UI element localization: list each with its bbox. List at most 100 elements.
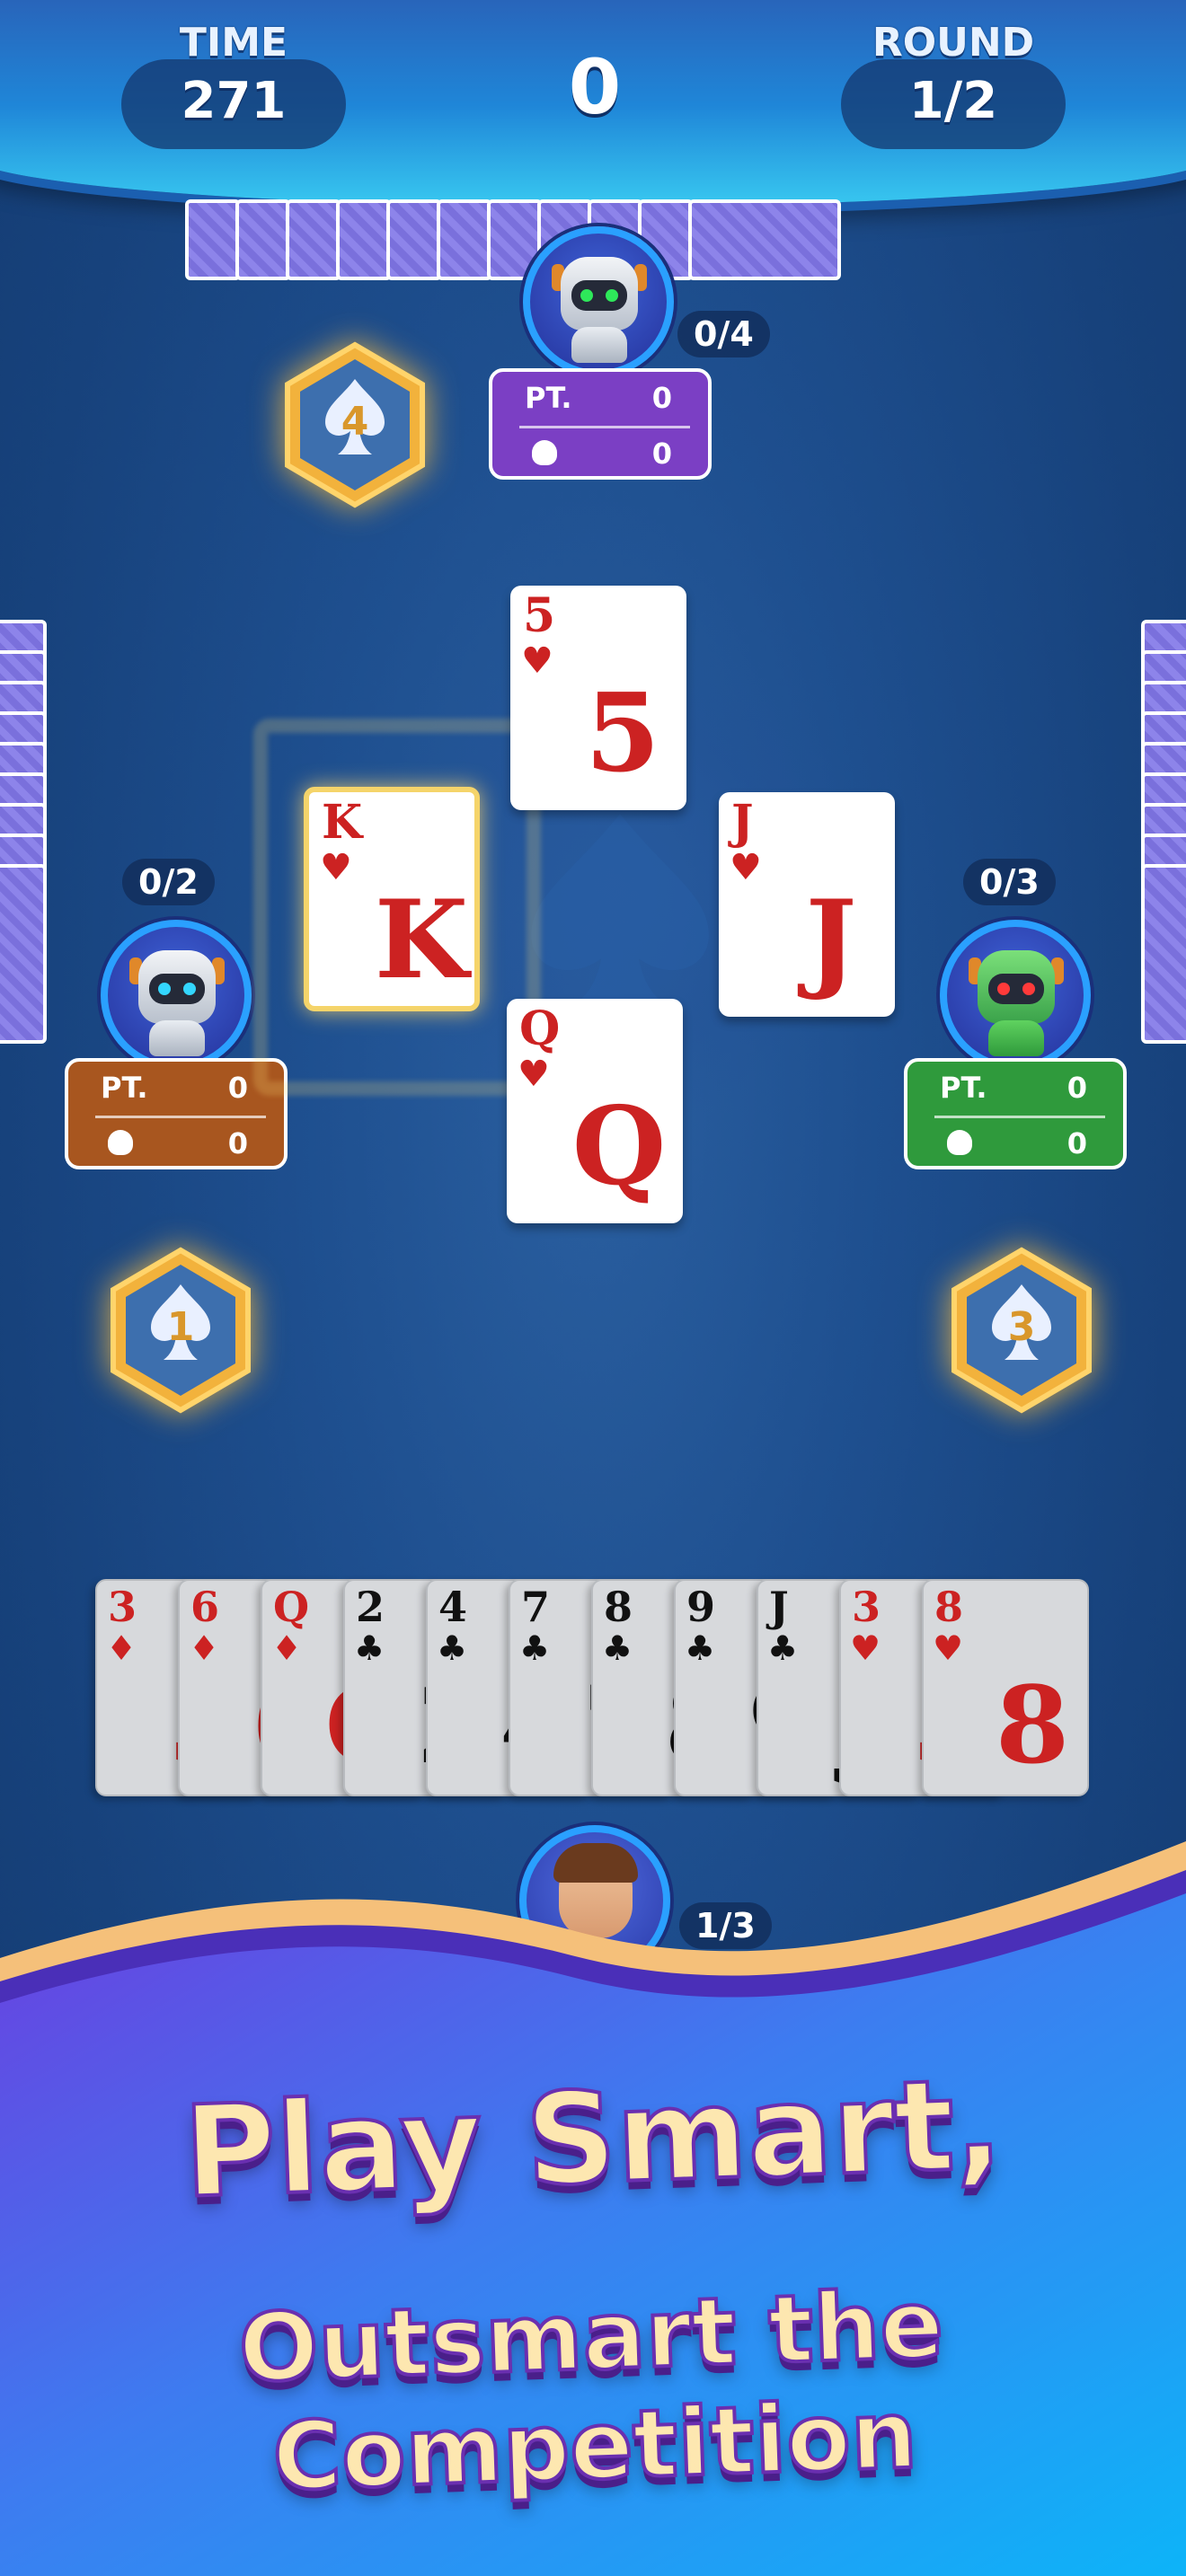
card-back xyxy=(688,199,841,280)
robot-head-icon xyxy=(978,950,1055,1024)
robot-body-icon xyxy=(571,327,627,363)
points-value: 0 xyxy=(1067,1071,1087,1105)
points-label: PT. xyxy=(940,1071,987,1105)
top-opponent-tricks: 0/4 xyxy=(677,311,770,357)
heart-icon: ♥ xyxy=(933,1628,964,1668)
card-rank: 6 xyxy=(190,1583,220,1631)
heart-icon: ♥ xyxy=(320,847,352,888)
heart-icon: ♥ xyxy=(518,1054,550,1095)
spade-hexagon-icon: 3 xyxy=(951,1247,1092,1414)
diamond-icon: ♦ xyxy=(106,1628,137,1668)
top-opponent-hand xyxy=(185,199,841,280)
card-rank: 3 xyxy=(852,1583,881,1631)
promo-headline-line2: Outsmart the Competition xyxy=(235,2267,947,2513)
robot-body-icon xyxy=(988,1020,1044,1056)
diamond-icon: ♦ xyxy=(271,1628,303,1668)
time-label: TIME xyxy=(179,20,288,66)
card-rank: 7 xyxy=(521,1583,551,1631)
card-back xyxy=(386,199,442,280)
club-icon: ♣ xyxy=(519,1628,551,1668)
card-center-rank: Q xyxy=(571,1083,667,1210)
card-rank: 8 xyxy=(934,1583,964,1631)
seat-badge-1: 1 xyxy=(104,1245,257,1416)
round-label: ROUND xyxy=(872,20,1035,66)
card-rank: K xyxy=(322,795,363,850)
card-back xyxy=(185,199,241,280)
robot-eye-icon xyxy=(158,983,171,995)
card-rank: 3 xyxy=(108,1583,137,1631)
club-icon: ♣ xyxy=(437,1628,468,1668)
robot-eye-icon xyxy=(997,983,1010,995)
card-rank: 8 xyxy=(604,1583,633,1631)
hand-card[interactable]: 8 ♥ 8 xyxy=(922,1579,1089,1796)
card-rank: 9 xyxy=(686,1583,716,1631)
played-card-right: J ♥ J xyxy=(719,792,895,1017)
top-opponent-score-panel: PT. 0 0 xyxy=(489,368,712,480)
right-opponent-tricks: 0/3 xyxy=(963,859,1056,905)
bags-value: 0 xyxy=(1067,1126,1087,1160)
seat-number: 4 xyxy=(341,399,369,445)
seat-badge-3: 3 xyxy=(945,1245,1098,1416)
played-card-top: 5 ♥ 5 xyxy=(510,586,686,810)
robot-eye-icon xyxy=(1022,983,1035,995)
top-opponent-avatar[interactable] xyxy=(523,226,674,377)
heart-icon: ♥ xyxy=(521,640,553,682)
team-score: 0 xyxy=(568,43,622,131)
seat-number: 3 xyxy=(1008,1304,1036,1350)
robot-eye-icon xyxy=(183,983,196,995)
card-rank: Q xyxy=(273,1583,310,1631)
card-back xyxy=(437,199,492,280)
bags-value: 0 xyxy=(227,1126,248,1160)
bag-icon xyxy=(532,440,557,465)
robot-head-icon xyxy=(138,950,216,1024)
spade-hexagon-icon: 4 xyxy=(285,341,425,508)
card-back xyxy=(336,199,392,280)
robot-body-icon xyxy=(149,1020,205,1056)
card-center-rank: 5 xyxy=(585,670,660,797)
card-center-rank: J xyxy=(805,877,857,1003)
card-rank: 4 xyxy=(438,1583,468,1631)
heart-icon: ♥ xyxy=(730,847,762,888)
right-opponent-hand xyxy=(1141,620,1186,1044)
card-rank: 2 xyxy=(356,1583,385,1631)
heart-icon: ♥ xyxy=(850,1628,881,1668)
card-rank: Q xyxy=(519,1001,561,1056)
right-opponent-score-panel: PT. 0 0 xyxy=(904,1058,1127,1169)
diamond-icon: ♦ xyxy=(189,1628,220,1668)
points-value: 0 xyxy=(651,381,672,415)
robot-head-icon xyxy=(561,257,638,331)
card-center-rank: 8 xyxy=(995,1663,1070,1787)
card-rank: J xyxy=(731,795,754,850)
bag-icon xyxy=(108,1130,133,1155)
seat-number: 1 xyxy=(167,1304,195,1350)
points-label: PT. xyxy=(525,381,572,415)
card-back xyxy=(1141,864,1186,1044)
left-opponent-tricks: 0/2 xyxy=(122,859,215,905)
card-rank: J xyxy=(769,1583,789,1631)
bag-icon xyxy=(947,1130,972,1155)
played-card-left: K ♥ K xyxy=(304,787,480,1011)
card-back xyxy=(235,199,291,280)
card-rank: 5 xyxy=(523,588,556,643)
club-icon: ♣ xyxy=(685,1628,716,1668)
club-icon: ♣ xyxy=(602,1628,633,1668)
club-icon: ♣ xyxy=(767,1628,799,1668)
club-icon: ♣ xyxy=(354,1628,385,1668)
played-card-bottom: Q ♥ Q xyxy=(507,999,683,1223)
left-opponent-avatar[interactable] xyxy=(101,920,252,1071)
card-center-rank: K xyxy=(374,877,469,1003)
player-hand: 3♦36♦6Q♦Q2♣24♣47♣78♣89♣9J♣J3♥38♥8 xyxy=(95,1579,1094,1800)
card-back xyxy=(0,864,47,1044)
points-label: PT. xyxy=(101,1071,148,1105)
robot-eye-icon xyxy=(580,289,593,302)
robot-eye-icon xyxy=(606,289,618,302)
card-back xyxy=(286,199,341,280)
seat-badge-4: 4 xyxy=(279,340,431,510)
round-value: 1/2 xyxy=(908,72,998,130)
left-opponent-hand xyxy=(0,620,47,1044)
spade-hexagon-icon: 1 xyxy=(111,1247,251,1414)
bags-value: 0 xyxy=(651,437,672,471)
points-value: 0 xyxy=(227,1071,248,1105)
right-opponent-avatar[interactable] xyxy=(940,920,1091,1071)
time-value: 271 xyxy=(181,72,287,130)
